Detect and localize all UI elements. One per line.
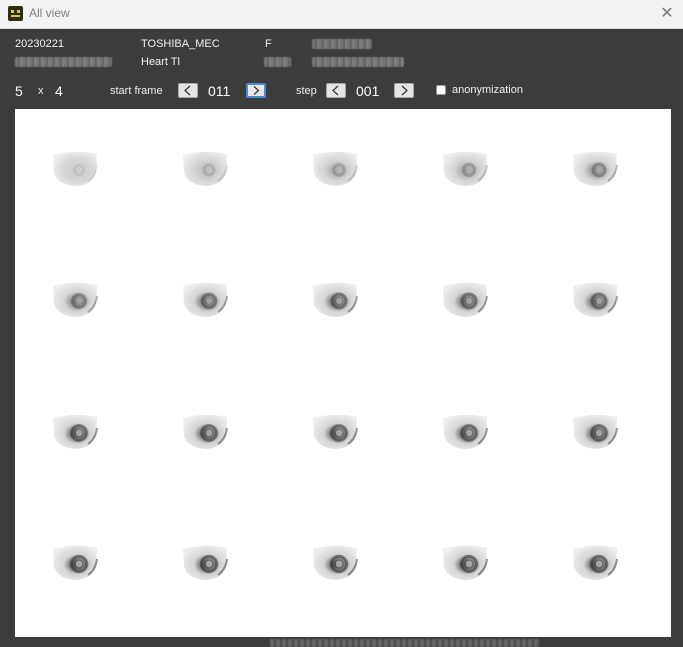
redacted-patient-id <box>312 39 372 49</box>
frame-thumbnail <box>312 282 358 318</box>
frame-thumbnail <box>572 282 618 318</box>
grid-rows: 4 <box>55 83 63 99</box>
frame-thumbnail <box>52 545 98 581</box>
frame-thumbnail <box>442 282 488 318</box>
start-frame-prev-button[interactable] <box>178 83 198 98</box>
step-label: step <box>296 85 317 97</box>
frame-thumbnail <box>442 414 488 450</box>
redacted-patient-name <box>15 57 112 67</box>
chevron-left-icon <box>332 85 339 96</box>
frame-thumbnail <box>182 151 228 187</box>
frame-thumbnail <box>442 151 488 187</box>
chevron-right-icon <box>253 86 260 95</box>
frame-thumbnail <box>312 151 358 187</box>
window-title: All view <box>29 6 70 20</box>
frame-grid-viewer[interactable] <box>15 109 671 637</box>
redacted-age <box>264 57 291 67</box>
anonymization-label[interactable]: anonymization <box>452 81 523 99</box>
step-next-button[interactable] <box>394 83 414 98</box>
manufacturer: TOSHIBA_MEC <box>141 38 220 50</box>
redacted-footer-text <box>270 639 540 647</box>
frame-thumbnail <box>572 414 618 450</box>
frame-thumbnail <box>52 414 98 450</box>
grid-columns: 5 <box>15 83 23 99</box>
study-description: Heart Tl <box>141 56 180 68</box>
grid-times: x <box>38 85 44 97</box>
start-frame-label: start frame <box>110 85 163 97</box>
patient-sex: F <box>265 38 272 50</box>
title-bar: All view ✕ <box>0 0 683 29</box>
frame-thumbnail <box>52 282 98 318</box>
frame-thumbnail <box>182 282 228 318</box>
frame-thumbnail <box>182 545 228 581</box>
frame-thumbnail <box>572 545 618 581</box>
step-prev-button[interactable] <box>326 83 346 98</box>
study-date: 20230221 <box>15 38 64 50</box>
frame-thumbnail <box>442 545 488 581</box>
chevron-left-icon <box>184 85 191 96</box>
close-icon[interactable]: ✕ <box>657 3 677 23</box>
frame-thumbnail <box>312 545 358 581</box>
smiley-app-icon <box>8 6 23 21</box>
frame-thumbnail <box>572 151 618 187</box>
anonymization-checkbox[interactable] <box>436 85 446 95</box>
redacted-birthdate <box>312 57 404 67</box>
frame-thumbnail <box>182 414 228 450</box>
start-frame-next-button[interactable] <box>246 83 266 98</box>
step-value: 001 <box>356 83 380 99</box>
frame-thumbnail <box>52 151 98 187</box>
chevron-right-icon <box>401 85 408 96</box>
start-frame-value: 011 <box>208 83 231 99</box>
frame-thumbnail <box>312 414 358 450</box>
